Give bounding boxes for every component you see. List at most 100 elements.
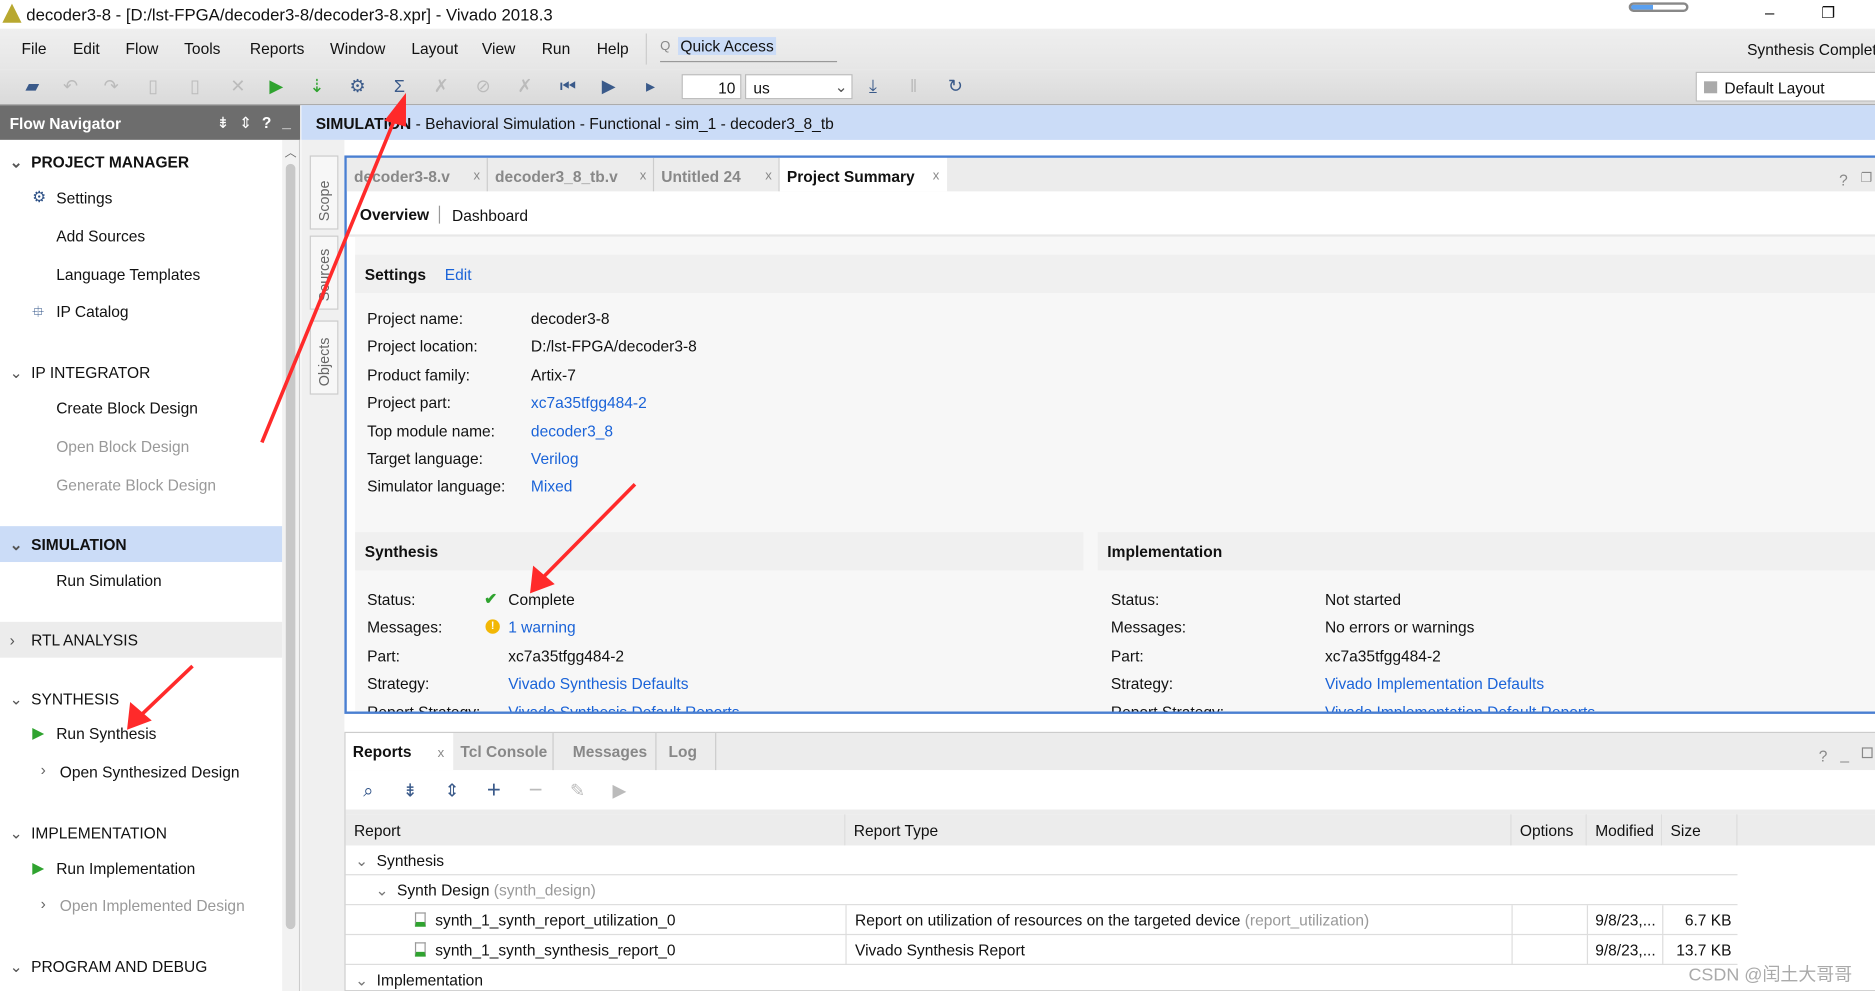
float-icon[interactable]: ❐ [1861, 170, 1873, 185]
tool-icon[interactable]: ✗ [430, 77, 452, 99]
table-row[interactable]: ⌄ Synthesis [345, 845, 1738, 876]
table-row[interactable]: ⌄ Synth Design (synth_design) [345, 875, 1738, 906]
tool-icon[interactable]: ✗ [514, 77, 536, 99]
redo-icon[interactable]: ↷ [100, 77, 122, 99]
tab-sources[interactable]: Sources [309, 235, 339, 310]
program-icon[interactable]: ⇣ [306, 77, 328, 99]
nav-section[interactable]: › RTL ANALYSIS [10, 631, 138, 649]
tab-scope[interactable]: Scope [309, 155, 339, 230]
nav-item[interactable]: Run Simulation [56, 572, 161, 590]
setting-value[interactable]: decoder3_8 [531, 422, 613, 440]
setting-value[interactable]: xc7a35tfgg484-2 [531, 394, 647, 412]
restart-icon[interactable]: ⏮ [557, 77, 579, 99]
subtab-dashboard[interactable]: Dashboard [452, 207, 528, 225]
sigma-report-icon[interactable]: Σ [389, 77, 411, 99]
pause-icon[interactable]: ‖ [903, 77, 925, 99]
table-row[interactable]: ⌄ Implementation [346, 965, 1738, 991]
expand-all-icon[interactable]: ⇕ [441, 781, 463, 803]
synthesis-value[interactable]: Vivado Synthesis Defaults [508, 675, 688, 693]
nav-item[interactable]: Create Block Design [56, 399, 198, 417]
subtab-overview[interactable]: Overview [360, 205, 440, 224]
nav-section[interactable]: ⌄ IMPLEMENTATION [10, 824, 167, 843]
menu-edit[interactable]: Edit [73, 39, 100, 57]
tab-log[interactable]: Log [661, 733, 717, 771]
quick-access-input[interactable]: Q Quick Access [660, 33, 838, 63]
nav-item[interactable]: Language Templates [56, 265, 200, 283]
open-project-icon[interactable]: ▰ [22, 77, 44, 99]
synthesis-value[interactable]: Vivado Synthesis Default Reports [508, 703, 739, 712]
help-icon[interactable]: ? [262, 114, 272, 132]
menu-file[interactable]: File [22, 39, 47, 57]
tab-objects[interactable]: Objects [309, 320, 339, 395]
delete-icon[interactable]: ✕ [227, 77, 249, 99]
tab-untitled-24[interactable]: Untitled 24 x [654, 157, 780, 192]
synthesis-value[interactable]: 1 warning [508, 619, 575, 637]
step-icon[interactable]: ⤓ [862, 77, 884, 99]
tab-decoder3-8-v[interactable]: decoder3-8.v x [347, 157, 488, 192]
scroll-thumb[interactable] [285, 163, 296, 930]
nav-item[interactable]: ▶ Run Synthesis [32, 723, 156, 742]
collapse-all-icon[interactable]: ⇟ [399, 781, 421, 803]
tab-tcl-console[interactable]: Tcl Console [453, 733, 554, 771]
nav-item[interactable]: Open Block Design [56, 438, 189, 456]
menu-window[interactable]: Window [330, 39, 385, 57]
search-icon[interactable]: ⌕ [358, 781, 380, 803]
implementation-value[interactable]: Vivado Implementation Defaults [1325, 675, 1544, 693]
implementation-value[interactable]: Vivado Implementation Default Reports [1325, 703, 1595, 712]
menu-tools[interactable]: Tools [184, 39, 220, 57]
nav-item[interactable]: › Open Synthesized Design [41, 761, 240, 781]
tab-messages[interactable]: Messages [566, 733, 657, 771]
column-options[interactable]: Options [1511, 814, 1587, 846]
restore-button[interactable]: ❐ [1821, 4, 1835, 23]
minimize-icon[interactable]: _ [1840, 745, 1849, 763]
tool-icon[interactable]: ⊘ [472, 77, 494, 99]
chevron-down-icon[interactable]: ⌄ [355, 851, 368, 870]
minimize-panel-icon[interactable]: _ [282, 112, 291, 130]
chevron-down-icon[interactable]: ⌄ [10, 958, 32, 977]
nav-item[interactable]: Generate Block Design [56, 476, 216, 494]
setting-value[interactable]: Verilog [531, 450, 579, 468]
nav-item[interactable]: Add Sources [56, 227, 145, 245]
chevron-down-icon[interactable]: ⌄ [10, 364, 32, 383]
chevron-down-icon[interactable]: ⌄ [10, 153, 32, 172]
help-icon[interactable]: ? [1839, 171, 1848, 189]
nav-section[interactable]: ⌄ PROGRAM AND DEBUG [10, 958, 208, 977]
close-icon[interactable]: x [933, 169, 940, 183]
chevron-right-icon[interactable]: › [41, 894, 46, 912]
setting-value[interactable]: Mixed [531, 478, 572, 496]
column-report-type[interactable]: Report Type [845, 814, 1512, 846]
chevron-down-icon[interactable]: ⌄ [10, 824, 32, 843]
nav-section[interactable]: ⌄ PROJECT MANAGER [10, 153, 190, 172]
close-icon[interactable]: x [474, 169, 481, 183]
close-icon[interactable]: x [438, 746, 445, 760]
remove-icon[interactable]: − [525, 778, 547, 802]
maximize-icon[interactable] [1861, 747, 1873, 759]
relaunch-icon[interactable]: ↻ [945, 77, 967, 99]
copy-icon[interactable]: ▯ [142, 77, 164, 99]
close-icon[interactable]: x [765, 169, 772, 183]
scroll-up-icon[interactable]: ︿ [285, 142, 297, 160]
chevron-right-icon[interactable]: › [41, 761, 46, 779]
menu-help[interactable]: Help [597, 39, 629, 57]
chevron-down-icon[interactable]: ⌄ [10, 690, 32, 709]
nav-scrollbar[interactable]: ︿ [282, 139, 301, 991]
nav-item[interactable]: ▶ Run Implementation [32, 859, 195, 878]
run-report-icon[interactable]: ▶ [609, 781, 631, 803]
column-size[interactable]: Size [1662, 814, 1738, 846]
expand-all-icon[interactable]: ⇕ [239, 114, 252, 133]
run-for-icon[interactable]: ▸ [640, 77, 662, 99]
nav-section[interactable]: ⌄ IP INTEGRATOR [10, 364, 151, 383]
collapse-all-icon[interactable]: ⇟ [216, 114, 229, 133]
menu-flow[interactable]: Flow [126, 39, 159, 57]
time-unit-select[interactable]: us ⌄ [744, 74, 853, 100]
menu-layout[interactable]: Layout [411, 39, 458, 57]
table-row[interactable]: synth_1_synth_report_utilization_0 Report… [345, 905, 1738, 936]
edit-settings-link[interactable]: Edit [445, 265, 472, 283]
menu-reports[interactable]: Reports [250, 39, 304, 57]
add-icon[interactable]: + [483, 778, 505, 802]
table-row[interactable]: synth_1_synth_synthesis_report_0 Vivado S… [345, 935, 1738, 966]
help-icon[interactable]: ? [1819, 747, 1828, 765]
nav-item[interactable]: ⯐ IP Catalog [32, 303, 128, 321]
edit-icon[interactable]: ✎ [567, 781, 589, 803]
paste-icon[interactable]: ▯ [184, 77, 206, 99]
